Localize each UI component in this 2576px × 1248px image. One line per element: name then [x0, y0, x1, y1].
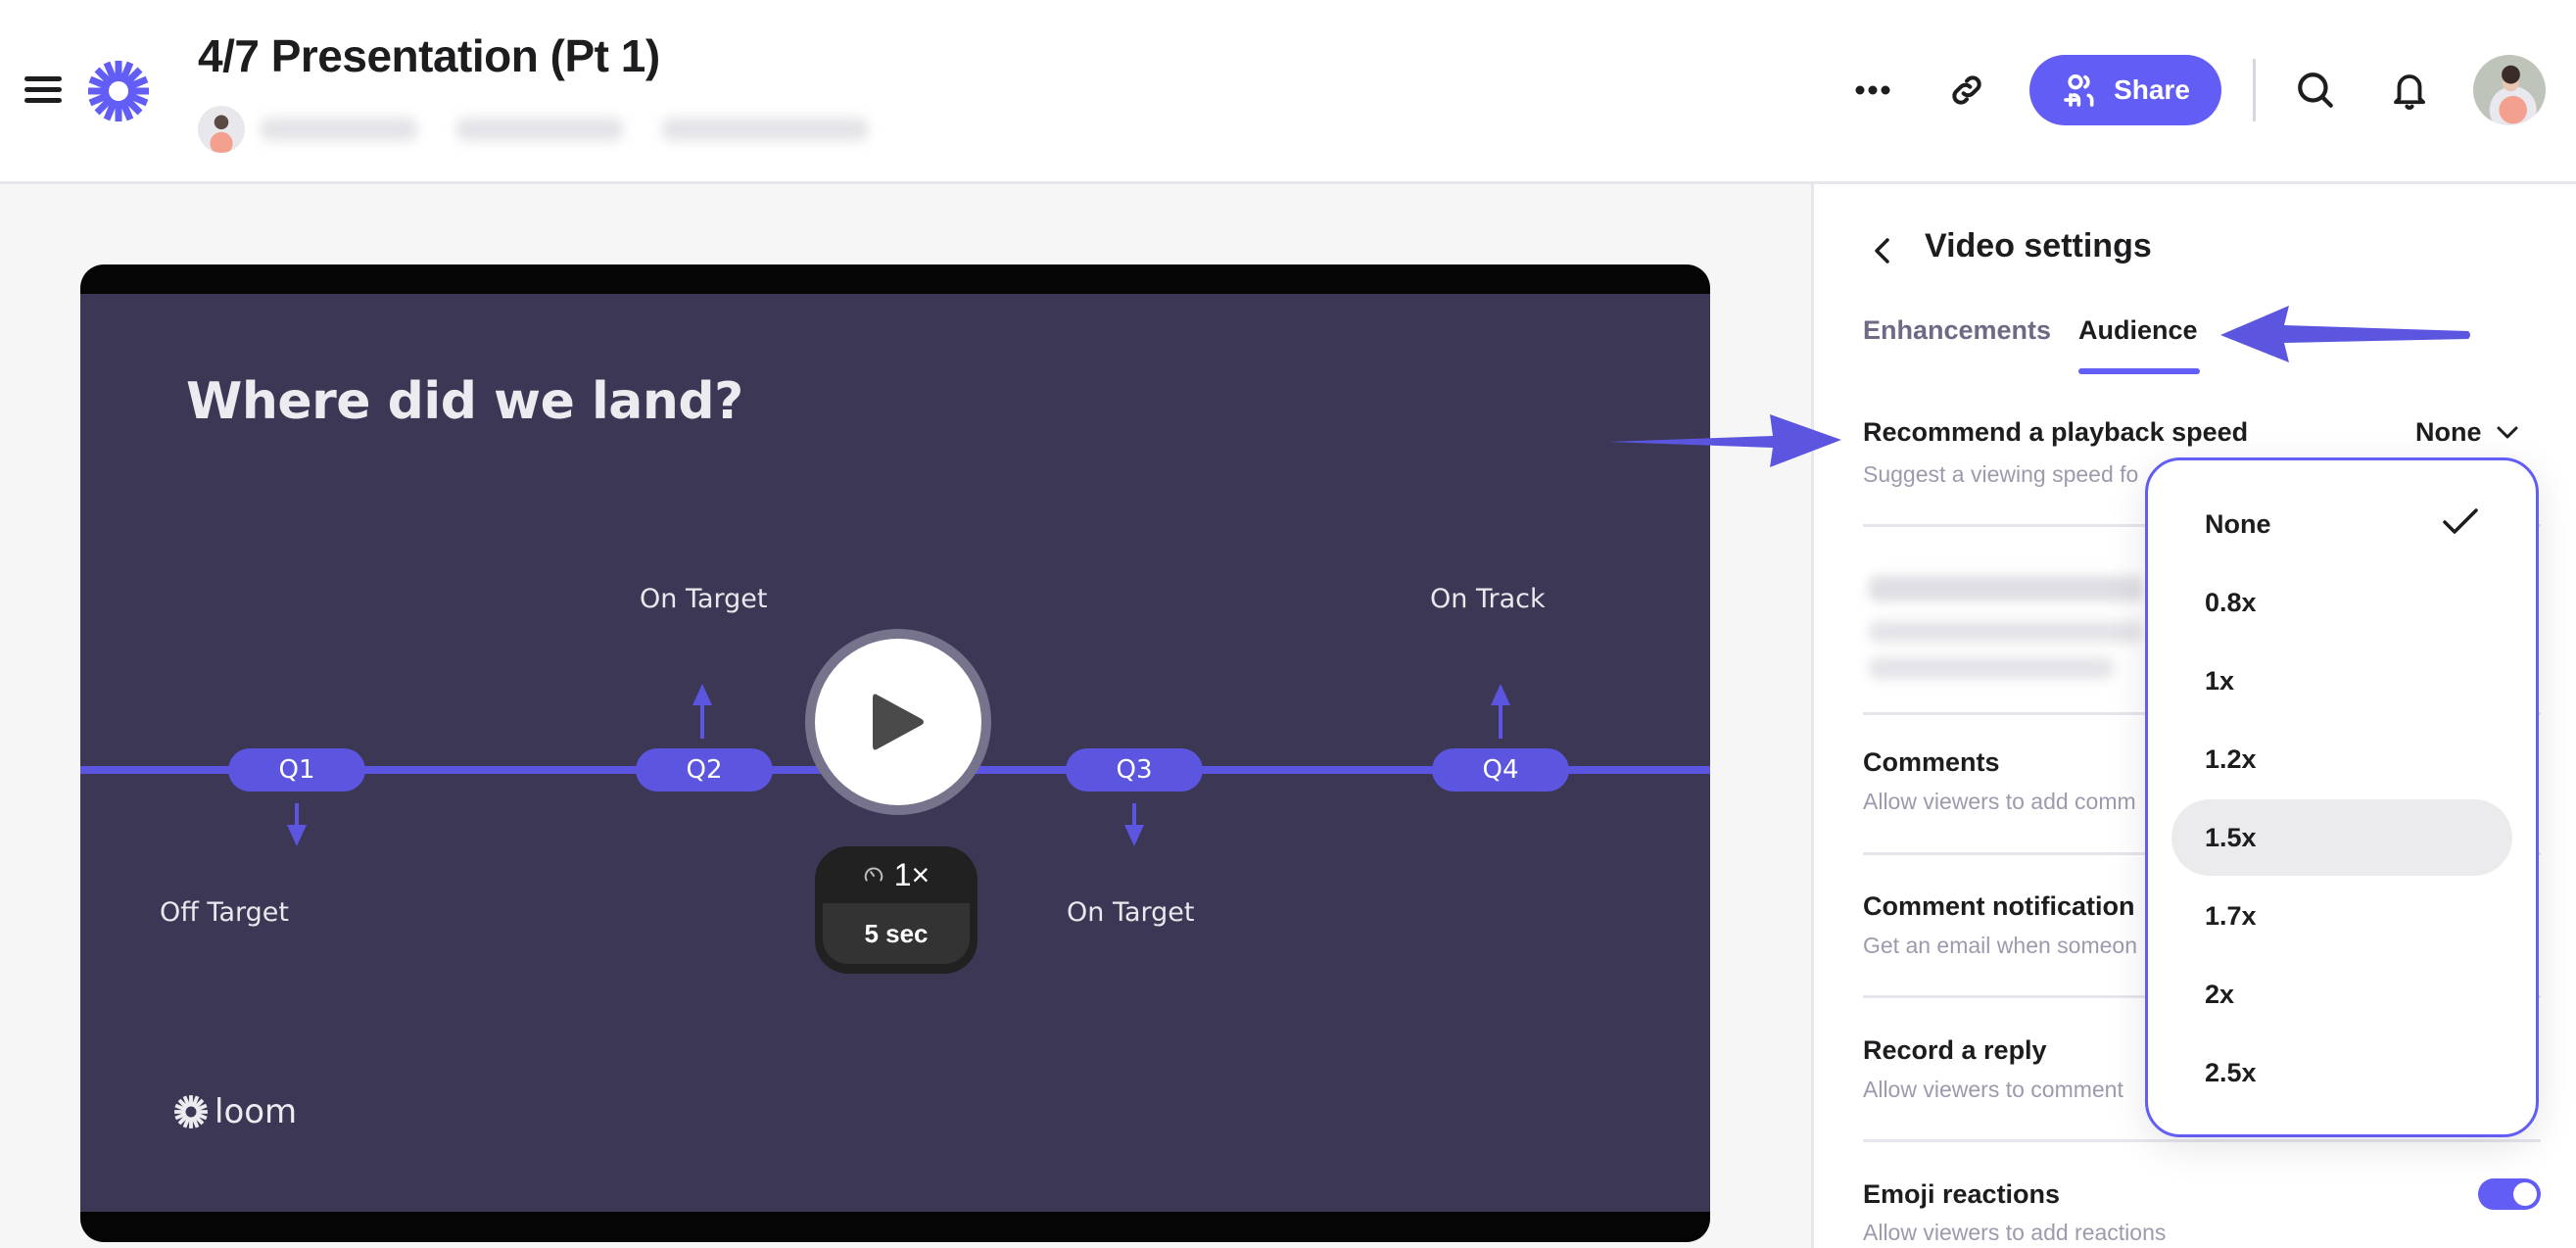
quarter-status-q2: On Target	[640, 584, 768, 614]
playback-speed-select[interactable]: None	[2415, 417, 2519, 448]
option-label: 0.8x	[2205, 587, 2257, 617]
more-icon	[1855, 85, 1890, 95]
user-avatar[interactable]	[2473, 55, 2546, 125]
speed-option-1.7x[interactable]: 1.7x	[2171, 878, 2512, 954]
speed-option-2.5x[interactable]: 2.5x	[2171, 1034, 2512, 1111]
setting-desc-record-reply: Allow viewers to comment	[1863, 1077, 2123, 1102]
video-duration: 5 sec	[823, 903, 970, 964]
created-time-redacted	[456, 118, 623, 141]
arrow-up-q2	[700, 703, 704, 739]
setting-title-record-reply: Record a reply	[1863, 1035, 2047, 1065]
setting-desc-comments: Allow viewers to add comm	[1863, 789, 2136, 814]
play-button[interactable]	[805, 629, 991, 815]
workspace-redacted	[662, 118, 868, 141]
loom-watermark: loom	[173, 1092, 297, 1131]
arrow-down-icon	[1124, 825, 1144, 846]
annotation-arrow-right-icon	[1606, 414, 1841, 467]
option-label: 2x	[2205, 979, 2235, 1009]
share-button[interactable]: Share	[2029, 55, 2221, 125]
creator-avatar[interactable]	[198, 106, 245, 153]
option-label: 2.5x	[2205, 1057, 2257, 1087]
loom-logo-icon[interactable]	[86, 59, 151, 123]
arrow-down-icon	[287, 825, 307, 846]
back-button[interactable]	[1863, 231, 1902, 270]
loom-wordmark: loom	[215, 1092, 298, 1131]
search-button[interactable]	[2286, 61, 2345, 120]
share-label: Share	[2114, 74, 2190, 105]
setting-title-comments: Comments	[1863, 747, 2000, 777]
setting-title-emoji-reactions: Emoji reactions	[1863, 1179, 2061, 1209]
play-icon	[873, 694, 924, 750]
chevron-left-icon	[1875, 238, 1889, 264]
menu-icon[interactable]	[24, 76, 62, 104]
video-player[interactable]: Where did we land? Q1 Off Target Q2 On T…	[80, 264, 1710, 1242]
copy-link-button[interactable]	[1937, 61, 1996, 120]
speed-option-0.8x[interactable]: 0.8x	[2171, 564, 2512, 641]
setting-desc-redacted	[1869, 657, 2114, 679]
setting-desc-redacted	[1869, 621, 2143, 643]
setting-desc-playback-speed: Suggest a viewing speed fo	[1863, 461, 2139, 487]
quarter-pill-q1: Q1	[228, 748, 365, 792]
option-label: 1.2x	[2205, 744, 2257, 774]
setting-title-redacted	[1869, 576, 2143, 601]
option-label: 1x	[2205, 665, 2235, 696]
add-people-icon	[2064, 74, 2094, 107]
speed-option-1x[interactable]: 1x	[2171, 643, 2512, 719]
option-label: 1.7x	[2205, 900, 2257, 931]
top-bar: 4/7 Presentation (Pt 1) Share	[0, 0, 2576, 184]
quarter-status-q1: Off Target	[160, 897, 289, 928]
speed-option-none[interactable]: None	[2171, 486, 2512, 562]
gauge-icon	[864, 867, 883, 882]
video-meta	[198, 106, 868, 153]
emoji-reactions-toggle[interactable]	[2478, 1178, 2541, 1210]
header-divider	[2253, 59, 2256, 121]
setting-desc-comment-notification: Get an email when someon	[1863, 933, 2137, 958]
tab-audience[interactable]: Audience	[2078, 315, 2198, 346]
creator-name-redacted	[261, 118, 417, 141]
setting-desc-emoji-reactions: Allow viewers to add reactions	[1863, 1220, 2167, 1245]
loom-logo-icon	[174, 1095, 208, 1128]
arrow-up-icon	[1491, 684, 1510, 705]
search-icon	[2298, 72, 2333, 108]
speed-option-1.5x[interactable]: 1.5x	[2171, 799, 2512, 876]
quarter-pill-q4: Q4	[1432, 748, 1569, 792]
playback-speed-value: None	[2415, 417, 2482, 447]
divider	[1863, 1139, 2541, 1142]
quarter-pill-q3: Q3	[1066, 748, 1203, 792]
speed-option-1.2x[interactable]: 1.2x	[2171, 721, 2512, 797]
chevron-down-icon	[2497, 426, 2517, 438]
arrow-up-q4	[1499, 703, 1503, 739]
arrow-up-icon	[692, 684, 712, 705]
quarter-pill-q2: Q2	[636, 748, 773, 792]
option-label: 1.5x	[2205, 822, 2257, 852]
quarter-status-q3: On Target	[1067, 897, 1195, 928]
quarter-status-q4: On Track	[1430, 584, 1546, 614]
playback-speed-badge[interactable]: 1× 5 sec	[815, 846, 978, 974]
checkmark-icon	[2443, 508, 2478, 534]
link-icon	[1952, 75, 1981, 105]
panel-title: Video settings	[1925, 227, 2152, 264]
playback-speed-dropdown: None 0.8x 1x 1.2x 1.5x 1.7x 2x 2.5x	[2145, 457, 2539, 1137]
bell-icon	[2394, 74, 2425, 110]
annotation-arrow-left-icon	[2220, 306, 2470, 362]
speed-value: 1×	[893, 856, 930, 892]
slide-title: Where did we land?	[186, 372, 743, 431]
active-tab-indicator	[2078, 368, 2200, 374]
more-options-button[interactable]	[1843, 61, 1902, 120]
setting-title-comment-notification: Comment notification	[1863, 891, 2135, 921]
video-title[interactable]: 4/7 Presentation (Pt 1)	[198, 29, 660, 82]
setting-title-playback-speed: Recommend a playback speed	[1863, 417, 2249, 447]
tab-enhancements[interactable]: Enhancements	[1863, 315, 2051, 346]
option-label: None	[2205, 508, 2271, 539]
speed-option-2x[interactable]: 2x	[2171, 956, 2512, 1032]
notifications-button[interactable]	[2380, 61, 2439, 120]
